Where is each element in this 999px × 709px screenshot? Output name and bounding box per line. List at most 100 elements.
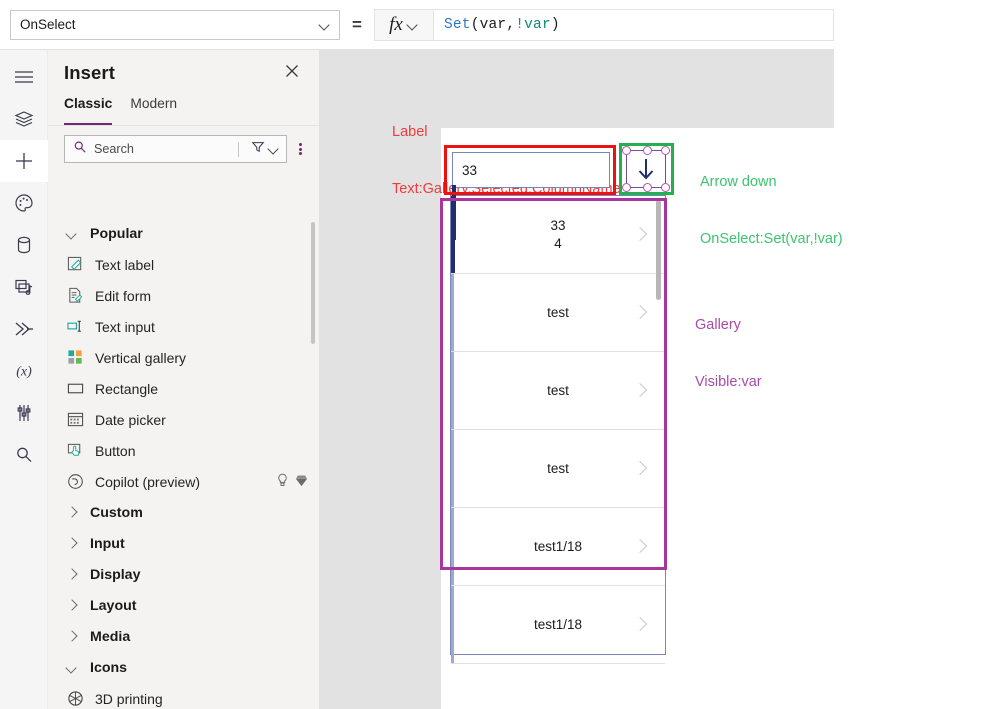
formula-token-arg1: var: [479, 16, 507, 33]
variables-icon: (x): [12, 362, 36, 380]
property-dropdown[interactable]: OnSelect: [10, 9, 340, 40]
chevron-right-icon: [66, 569, 78, 581]
tab-modern[interactable]: Modern: [130, 96, 177, 125]
text-input-icon: [66, 318, 84, 336]
group-header-popular[interactable]: Popular: [48, 218, 320, 249]
list-item-label: Text input: [95, 318, 155, 335]
label-highlight-box: [444, 145, 616, 195]
formula-token-open-paren: (: [470, 16, 480, 33]
search-divider: [238, 141, 239, 157]
gallery-row-text: test1/18: [533, 616, 583, 632]
premium-diamond-icon: [295, 474, 308, 490]
list-item-label: Copilot (preview): [95, 473, 201, 490]
database-icon: [15, 235, 33, 255]
panel-scrollbar[interactable]: [311, 222, 315, 344]
list-item-label: Vertical gallery: [95, 349, 187, 366]
3d-printing-icon: [66, 690, 84, 708]
list-item-edit-form[interactable]: Edit form: [48, 280, 320, 311]
lightbulb-icon: [276, 473, 289, 490]
filter-icon: [251, 140, 265, 159]
copilot-icon: [66, 473, 84, 491]
chevron-down-icon: [407, 19, 419, 31]
svg-text:(x): (x): [16, 365, 32, 380]
button-icon: [66, 442, 84, 460]
group-label: Media: [90, 628, 131, 645]
tab-classic[interactable]: Classic: [64, 96, 113, 125]
search-input[interactable]: Search: [64, 135, 287, 163]
rail-item-variables[interactable]: (x): [0, 350, 48, 392]
arrow-annotation: Arrow down OnSelect:Set(var,!var): [700, 135, 843, 287]
search-placeholder: Search: [94, 142, 134, 156]
rail-item-tree-view[interactable]: [0, 98, 48, 140]
search-icon: [14, 445, 34, 465]
rail-item-hamburger-menu[interactable]: [0, 56, 48, 98]
group-label: Popular: [90, 225, 143, 242]
media-icon: [14, 277, 34, 297]
list-item-vertical-gallery[interactable]: Vertical gallery: [48, 342, 320, 373]
insert-icon: [13, 150, 35, 172]
list-item-copilot[interactable]: Copilot (preview): [48, 466, 320, 497]
more-options-button[interactable]: [289, 141, 311, 156]
gallery-annotation: Gallery Visible:var: [695, 278, 762, 430]
chevron-down-icon: [268, 143, 280, 155]
rail-item-power-automate[interactable]: [0, 308, 48, 350]
rail-item-search[interactable]: [0, 434, 48, 476]
rail-item-insert[interactable]: [0, 140, 48, 182]
group-header-media[interactable]: Media: [48, 621, 320, 652]
formula-token-comma: ,: [506, 16, 516, 33]
list-item-3d-printing[interactable]: 3D printing: [48, 683, 320, 709]
group-label: Icons: [90, 659, 128, 676]
fx-button[interactable]: fx: [374, 8, 434, 41]
chevron-right-icon: [66, 507, 78, 519]
list-item-label: Button: [95, 442, 136, 459]
formula-input[interactable]: Set(var,! var): [434, 8, 834, 41]
chevron-right-icon[interactable]: [634, 619, 645, 630]
list-item-button[interactable]: Button: [48, 435, 320, 466]
gallery-row[interactable]: test1/18: [451, 586, 665, 664]
list-item-label: Edit form: [95, 287, 152, 304]
edit-form-icon: [66, 287, 84, 305]
power-automate-icon: [13, 320, 35, 338]
property-dropdown-value: OnSelect: [20, 17, 76, 32]
chevron-right-icon: [66, 538, 78, 550]
list-item-date-picker[interactable]: Date picker: [48, 404, 320, 435]
rail-item-media[interactable]: [0, 266, 48, 308]
label-annotation-line1: Label: [392, 124, 428, 140]
hamburger-menu-icon: [14, 69, 34, 85]
overflow-dots-icon: [298, 141, 302, 156]
chevron-down-icon: [319, 19, 331, 31]
list-item-text-label[interactable]: Text label: [48, 249, 320, 280]
chevron-right-icon: [66, 600, 78, 612]
rail-item-advanced-tools[interactable]: [0, 392, 48, 434]
group-label: Layout: [90, 597, 137, 614]
tools-icon: [15, 403, 33, 423]
group-header-layout[interactable]: Layout: [48, 590, 320, 621]
gallery-annotation-line1: Gallery: [695, 317, 741, 333]
search-icon: [73, 140, 87, 159]
panel-tabs: Classic Modern: [48, 96, 319, 126]
panel-title: Insert: [64, 62, 115, 83]
group-header-input[interactable]: Input: [48, 528, 320, 559]
formula-bar: OnSelect = fx Set(var,! var): [0, 0, 834, 50]
group-header-display[interactable]: Display: [48, 559, 320, 590]
left-icon-rail: (x): [0, 50, 48, 709]
list-item-rectangle[interactable]: Rectangle: [48, 373, 320, 404]
vertical-gallery-icon: [66, 349, 84, 367]
gallery-highlight-box: [440, 198, 667, 570]
component-list[interactable]: Popular Text label Edit form Text input: [48, 218, 320, 709]
list-item-text-input[interactable]: Text input: [48, 311, 320, 342]
close-icon: [284, 63, 300, 84]
close-panel-button[interactable]: [279, 60, 305, 86]
list-item-label: Date picker: [95, 411, 166, 428]
formula-token-arg2: var: [524, 16, 551, 33]
arrow-annotation-line1: Arrow down: [700, 174, 777, 190]
insert-panel: Insert Classic Modern Search Popular Tex…: [48, 50, 320, 709]
rail-item-data[interactable]: [0, 224, 48, 266]
rectangle-icon: [66, 380, 84, 398]
tree-view-icon: [14, 110, 34, 128]
filter-button[interactable]: [246, 140, 280, 159]
group-header-icons[interactable]: Icons: [48, 652, 320, 683]
rail-item-theme[interactable]: [0, 182, 48, 224]
list-item-trailing-icons: [276, 473, 308, 490]
group-header-custom[interactable]: Custom: [48, 497, 320, 528]
